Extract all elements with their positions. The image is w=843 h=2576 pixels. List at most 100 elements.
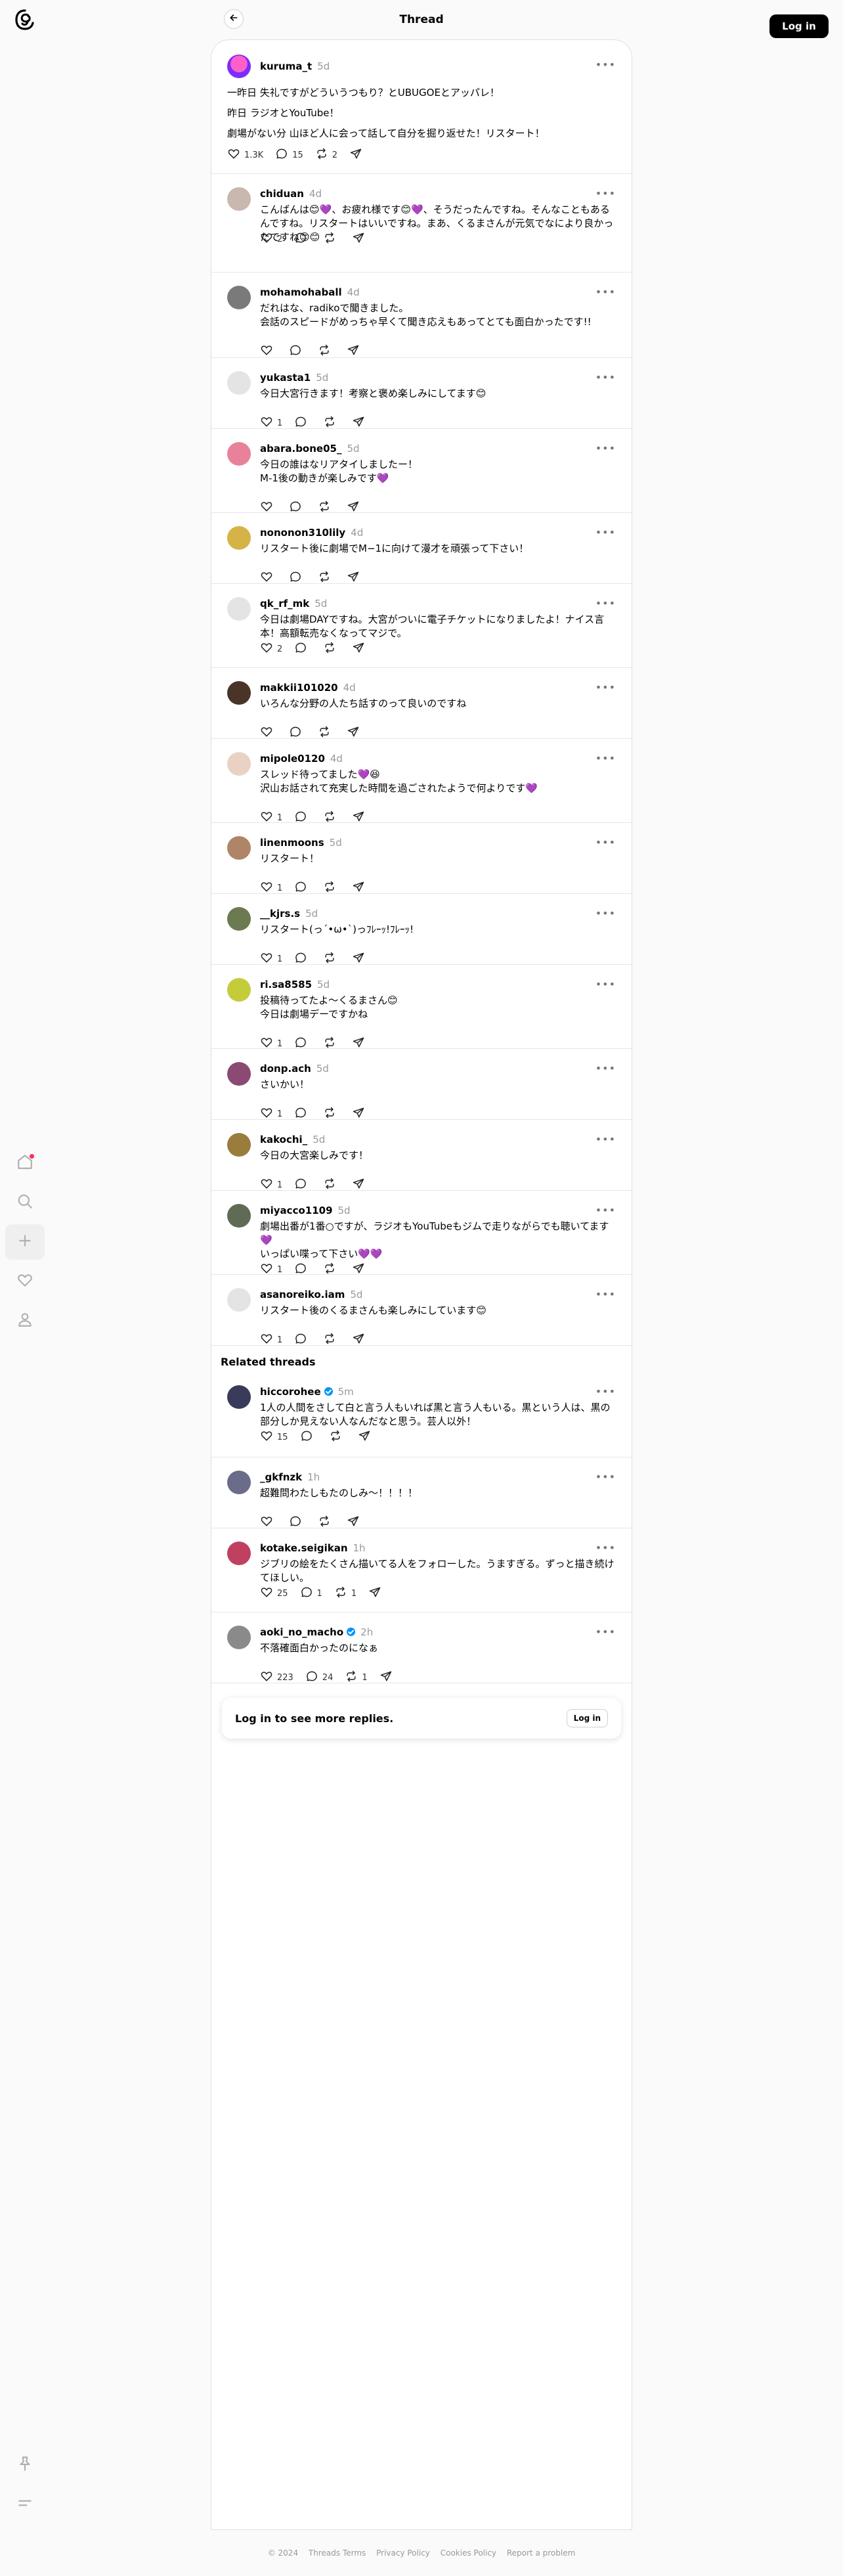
more-icon[interactable]: ••• — [595, 58, 616, 71]
avatar[interactable] — [227, 978, 251, 1002]
post-time[interactable]: 4d — [330, 753, 343, 765]
avatar[interactable] — [227, 752, 251, 776]
comment-button[interactable]: 1 — [300, 1586, 322, 1601]
login-prompt-button[interactable]: Log in — [566, 1709, 608, 1727]
post-time[interactable]: 5d — [305, 908, 318, 920]
nav-activity-button[interactable] — [5, 1264, 45, 1299]
nav-search-button[interactable] — [5, 1185, 45, 1220]
repost-button[interactable] — [323, 1332, 340, 1348]
avatar[interactable] — [227, 597, 251, 621]
footer-report-link[interactable]: Report a problem — [507, 2548, 575, 2558]
like-button[interactable]: 2 — [260, 231, 282, 247]
more-icon[interactable]: ••• — [595, 1288, 616, 1300]
avatar[interactable] — [227, 1288, 251, 1312]
share-button[interactable] — [358, 1429, 371, 1445]
post-username[interactable]: nononon310lily — [260, 527, 345, 539]
more-icon[interactable]: ••• — [595, 1062, 616, 1075]
more-icon[interactable]: ••• — [595, 1626, 616, 1638]
footer-terms-link[interactable]: Threads Terms — [309, 2548, 366, 2558]
avatar[interactable] — [227, 1062, 251, 1086]
post-time[interactable]: 5d — [313, 1134, 325, 1145]
share-button[interactable] — [349, 147, 362, 163]
avatar[interactable] — [227, 1204, 251, 1228]
more-icon[interactable]: ••• — [595, 442, 616, 455]
share-button[interactable] — [352, 231, 365, 247]
post-username[interactable]: miyacco1109 — [260, 1205, 333, 1216]
post-time[interactable]: 5d — [338, 1205, 351, 1216]
post-username[interactable]: chiduan — [260, 188, 304, 200]
more-icon[interactable]: ••• — [595, 1542, 616, 1554]
share-button[interactable] — [352, 1332, 365, 1348]
threads-logo-icon[interactable] — [12, 7, 38, 33]
avatar[interactable] — [227, 1385, 251, 1409]
nav-menu-button[interactable] — [5, 2487, 45, 2522]
post-username[interactable]: aoki_no_macho — [260, 1626, 343, 1638]
more-icon[interactable]: ••• — [595, 752, 616, 765]
avatar[interactable] — [227, 836, 251, 860]
avatar[interactable] — [227, 1626, 251, 1649]
post-username[interactable]: linenmoons — [260, 837, 324, 849]
repost-button[interactable] — [323, 641, 340, 657]
like-button[interactable] — [260, 344, 277, 359]
login-button[interactable]: Log in — [769, 14, 829, 38]
avatar[interactable] — [227, 371, 251, 395]
post-time[interactable]: 5m — [338, 1386, 354, 1398]
post-username[interactable]: donp.ach — [260, 1063, 311, 1075]
post-time[interactable]: 5d — [330, 837, 342, 849]
post-time[interactable]: 4d — [343, 682, 356, 694]
avatar[interactable] — [227, 55, 251, 78]
more-icon[interactable]: ••• — [595, 597, 616, 610]
comment-button[interactable] — [289, 344, 306, 359]
post-time[interactable]: 4d — [309, 188, 322, 200]
post-time[interactable]: 5d — [316, 1063, 329, 1075]
post-username[interactable]: ri.sa8585 — [260, 979, 312, 990]
post-username[interactable]: mipole0120 — [260, 753, 325, 765]
back-button[interactable] — [224, 9, 244, 29]
post-username[interactable]: yukasta1 — [260, 372, 311, 384]
post-username[interactable]: _gkfnzk — [260, 1471, 302, 1483]
like-button[interactable]: 15 — [260, 1429, 288, 1445]
avatar[interactable] — [227, 286, 251, 309]
avatar[interactable] — [227, 526, 251, 550]
post-username[interactable]: kuruma_t — [260, 60, 312, 72]
post-time[interactable]: 5d — [350, 1289, 362, 1300]
more-icon[interactable]: ••• — [595, 907, 616, 920]
avatar[interactable] — [227, 1133, 251, 1157]
post-username[interactable]: kakochi_ — [260, 1134, 307, 1145]
post-username[interactable]: hiccorohee — [260, 1386, 321, 1398]
repost-button[interactable] — [329, 1429, 346, 1445]
nav-profile-button[interactable] — [5, 1303, 45, 1339]
like-button[interactable]: 1.3K — [227, 147, 263, 163]
post-time[interactable]: 2h — [360, 1626, 373, 1638]
avatar[interactable] — [227, 1542, 251, 1565]
like-button[interactable]: 25 — [260, 1586, 288, 1601]
post-time[interactable]: 1h — [307, 1471, 320, 1483]
repost-button[interactable] — [318, 344, 335, 359]
like-button[interactable]: 2 — [260, 641, 282, 657]
post-username[interactable]: __kjrs.s — [260, 908, 300, 920]
more-icon[interactable]: ••• — [595, 1204, 616, 1216]
more-icon[interactable]: ••• — [595, 371, 616, 384]
nav-pin-button[interactable] — [5, 2447, 45, 2483]
post-time[interactable]: 5d — [316, 372, 328, 384]
more-icon[interactable]: ••• — [595, 1385, 616, 1398]
nav-create-button[interactable] — [5, 1224, 45, 1260]
avatar[interactable] — [227, 442, 251, 466]
post-time[interactable]: 5d — [314, 598, 327, 610]
comment-button[interactable] — [294, 231, 311, 247]
post-username[interactable]: makkii101020 — [260, 682, 338, 694]
post-username[interactable]: abara.bone05_ — [260, 443, 341, 455]
more-icon[interactable]: ••• — [595, 1133, 616, 1145]
avatar[interactable] — [227, 681, 251, 705]
comment-button[interactable] — [300, 1429, 317, 1445]
share-button[interactable] — [368, 1586, 381, 1601]
more-icon[interactable]: ••• — [595, 1471, 616, 1483]
more-icon[interactable]: ••• — [595, 978, 616, 990]
share-button[interactable] — [347, 344, 360, 359]
post-username[interactable]: kotake.seigikan — [260, 1542, 348, 1554]
more-icon[interactable]: ••• — [595, 681, 616, 694]
more-icon[interactable]: ••• — [595, 836, 616, 849]
avatar[interactable] — [227, 907, 251, 931]
post-time[interactable]: 5d — [317, 60, 330, 72]
post-username[interactable]: asanoreiko.iam — [260, 1289, 345, 1300]
